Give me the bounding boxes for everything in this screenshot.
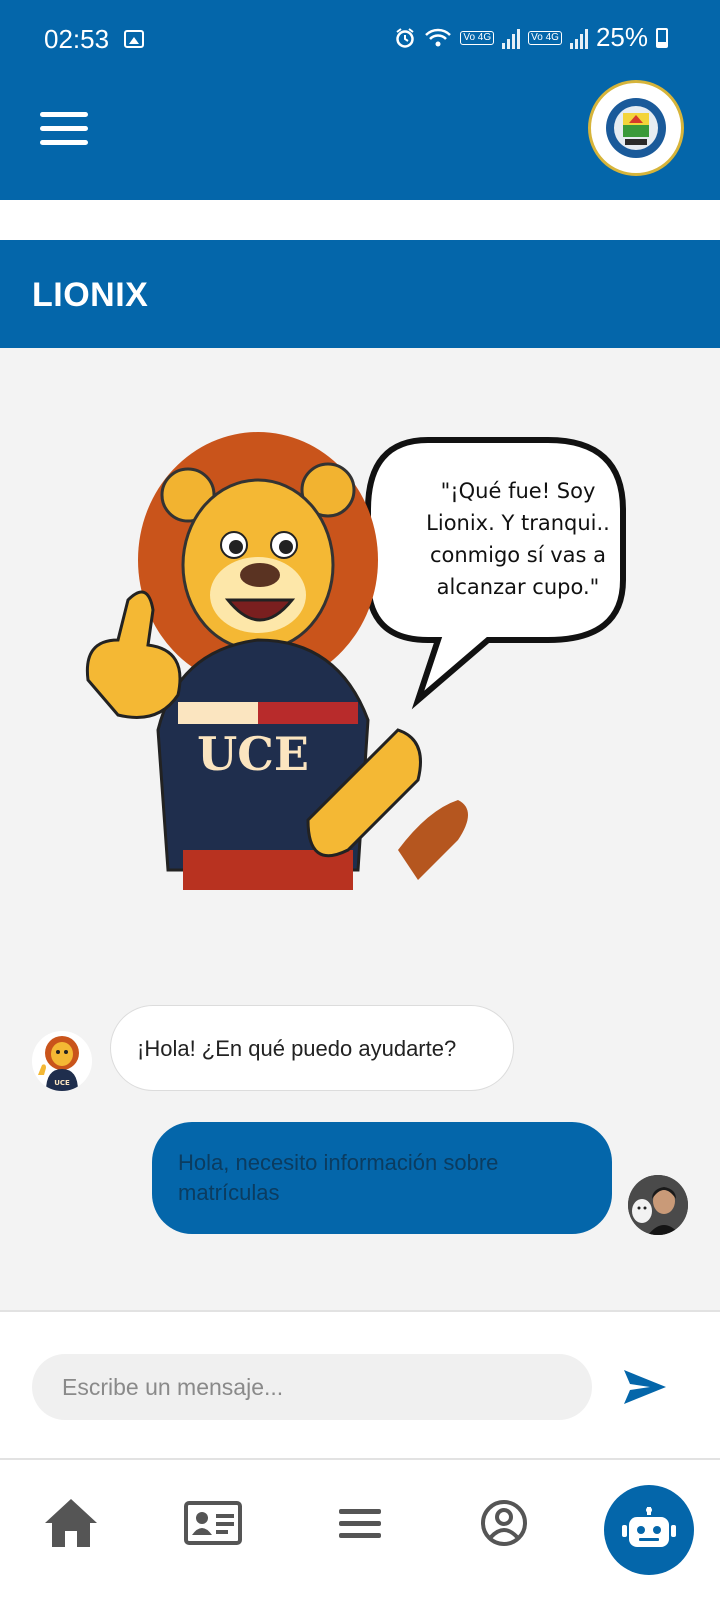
battery-percent: 25% <box>595 22 648 52</box>
signal-icon-2 <box>569 27 588 49</box>
id-card-icon[interactable] <box>178 1488 248 1558</box>
app-bar <box>0 78 720 200</box>
header-spacer <box>0 200 720 240</box>
menu-icon[interactable] <box>325 1488 395 1558</box>
university-seal-logo <box>588 80 684 176</box>
signal-icon-1 <box>502 27 521 49</box>
bot-avatar: UCE <box>32 1031 92 1091</box>
speech-line-2: Lionix. Y tranqui.. <box>426 511 610 535</box>
mascot-illustration: "¡Qué fue! Soy Lionix. Y tranqui.. conmi… <box>78 430 648 890</box>
alarm-icon <box>396 27 415 48</box>
image-notification-icon <box>124 30 144 48</box>
volte-badge-2: Vo 4G <box>528 30 562 45</box>
user-message-bubble: Hola, necesito información sobre matrícu… <box>152 1122 612 1234</box>
message-input[interactable] <box>32 1354 592 1420</box>
volte-badge-1: Vo 4G <box>460 30 495 45</box>
chatbot-tab-button[interactable] <box>604 1485 694 1575</box>
status-icons: Vo 4G Vo 4G 25% <box>394 22 668 53</box>
message-composer <box>0 1310 720 1460</box>
profile-icon[interactable] <box>469 1488 539 1558</box>
speech-line-3: conmigo sí vas a <box>430 543 606 567</box>
battery-icon <box>656 27 668 48</box>
wifi-icon <box>425 28 452 46</box>
bottom-navigation <box>0 1460 720 1600</box>
status-time: 02:53 <box>44 24 110 54</box>
status-bar: 02:53 Vo 4G Vo 4G 25% <box>0 0 720 78</box>
user-avatar <box>628 1175 688 1235</box>
home-icon[interactable] <box>36 1488 106 1558</box>
lion-tail <box>398 800 468 880</box>
send-icon[interactable] <box>620 1362 670 1412</box>
svg-text:UCE: UCE <box>54 1079 70 1087</box>
speech-line-4: alcanzar cupo." <box>437 575 600 599</box>
shirt-uce-text: UCE <box>197 727 309 781</box>
robot-icon <box>622 1507 676 1547</box>
bot-message-bubble: ¡Hola! ¿En qué puedo ayudarte? <box>110 1005 514 1091</box>
speech-line-1: "¡Qué fue! Soy <box>441 479 596 503</box>
speech-bubble: "¡Qué fue! Soy Lionix. Y tranqui.. conmi… <box>365 437 626 710</box>
hamburger-menu-button[interactable] <box>40 112 88 148</box>
chat-header: LIONIX <box>0 240 720 348</box>
page-title: LIONIX <box>32 276 149 314</box>
